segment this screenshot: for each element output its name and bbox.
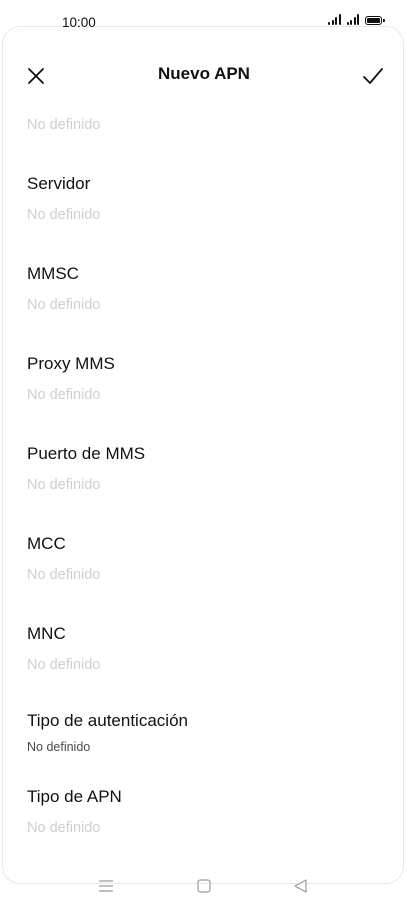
field-value: No definido xyxy=(27,207,101,223)
field-servidor[interactable]: Servidor No definido xyxy=(27,174,387,224)
home-icon xyxy=(197,879,211,893)
page-title: Nuevo APN xyxy=(158,64,250,83)
field-value: No definido xyxy=(27,567,101,583)
field-value: No definido xyxy=(27,820,101,836)
field-value: No definido xyxy=(27,297,101,313)
field-proxy-mms[interactable]: Proxy MMS No definido xyxy=(27,354,387,404)
field-value: No definido xyxy=(27,740,91,754)
field-label: MCC xyxy=(27,534,66,553)
battery-icon xyxy=(365,16,385,25)
status-time: 10:00 xyxy=(62,15,96,30)
check-icon xyxy=(363,68,383,84)
menu-button[interactable] xyxy=(96,876,116,896)
field-tipo-apn[interactable]: Tipo de APN No definido xyxy=(27,787,387,837)
status-bar: 10:00 xyxy=(0,0,408,46)
header: Nuevo APN xyxy=(0,54,408,98)
menu-icon xyxy=(99,880,113,892)
field-tipo-autenticacion[interactable]: Tipo de autenticación No definido xyxy=(27,711,387,756)
partial-field-value: No definido xyxy=(27,117,101,133)
field-label: MNC xyxy=(27,624,66,643)
signal-2-icon xyxy=(346,14,359,25)
field-label: Tipo de APN xyxy=(27,787,122,806)
status-icons xyxy=(328,14,385,25)
field-mnc[interactable]: MNC No definido xyxy=(27,624,387,674)
field-value: No definido xyxy=(27,657,101,673)
field-label: Proxy MMS xyxy=(27,354,115,373)
signal-1-icon xyxy=(328,14,341,25)
field-value: No definido xyxy=(27,477,101,493)
confirm-button[interactable] xyxy=(360,63,386,89)
field-label: Puerto de MMS xyxy=(27,444,146,463)
field-label: Servidor xyxy=(27,174,91,193)
field-puerto-mms[interactable]: Puerto de MMS No definido xyxy=(27,444,387,494)
back-button[interactable] xyxy=(291,876,311,896)
field-mmsc[interactable]: MMSC No definido xyxy=(27,264,387,314)
home-button[interactable] xyxy=(194,876,214,896)
field-value: No definido xyxy=(27,387,101,403)
field-label: MMSC xyxy=(27,264,79,283)
back-icon xyxy=(294,879,307,893)
navigation-bar xyxy=(0,868,408,904)
field-label: Tipo de autenticación xyxy=(27,711,188,730)
field-mcc[interactable]: MCC No definido xyxy=(27,534,387,584)
